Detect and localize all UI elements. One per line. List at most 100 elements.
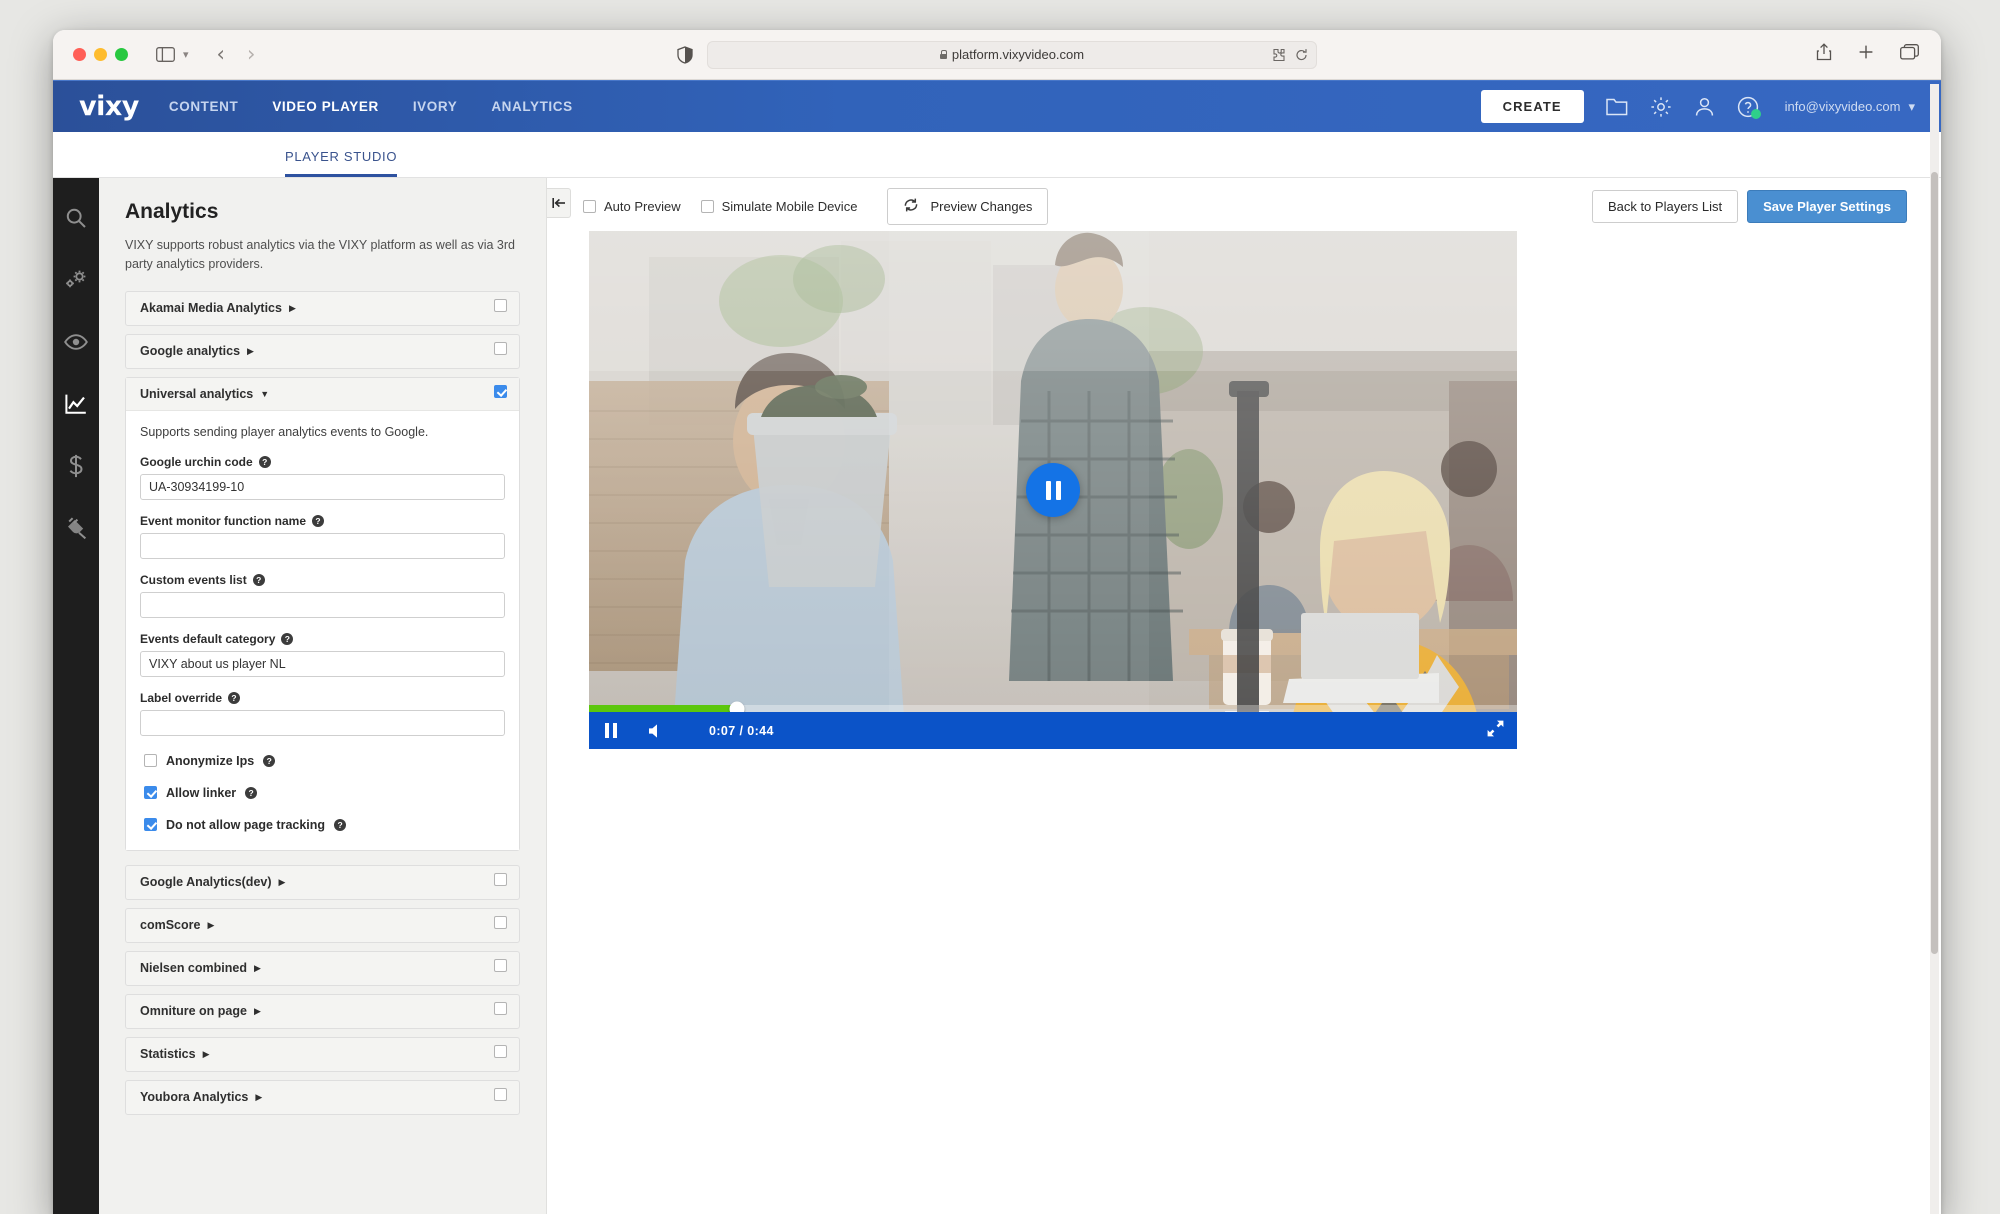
auto-preview-checkbox[interactable] [583,199,596,213]
sidebar-icon[interactable] [156,47,175,62]
nav-item-ivory[interactable]: IVORY [413,99,458,114]
video-player[interactable]: 0:07 / 0:44 [589,231,1517,749]
create-button[interactable]: CREATE [1480,90,1584,123]
save-player-settings-button[interactable]: Save Player Settings [1747,189,1907,223]
accordion-header[interactable]: Universal analytics ▼ [126,377,519,411]
simulate-mobile-device-checkbox[interactable] [700,199,714,213]
tab-overview-icon[interactable] [1900,44,1919,65]
scrollbar-thumb[interactable] [1931,172,1938,954]
field-label: Event monitor function name [140,513,307,528]
maximize-window-button[interactable] [115,48,128,61]
account-menu[interactable]: info@vixyvideo.com ▾ [1785,99,1915,115]
accordion-label: Akamai Media Analytics [140,301,282,316]
accordion-header[interactable]: Statistics ▶ [126,1038,519,1071]
reload-icon[interactable] [1295,48,1308,61]
simulate-mobile-device-toggle[interactable]: Simulate Mobile Device [700,199,857,214]
enable-checkbox[interactable] [494,299,507,313]
events-default-category-input[interactable] [140,650,505,677]
settings-gears-icon[interactable] [60,264,92,296]
accordion-omniture-on-page[interactable]: Omniture on page ▶ [125,993,520,1029]
accordion-google-analytics-dev[interactable]: Google Analytics(dev) ▶ [125,864,520,900]
close-window-button[interactable] [73,48,86,61]
help-icon[interactable]: ? [281,632,294,645]
page-scrollbar[interactable] [1930,84,1939,1214]
help-icon[interactable]: ? [263,754,276,767]
play-pause-overlay-button[interactable] [1026,463,1080,517]
video-progress-bar[interactable] [589,701,1517,716]
help-icon[interactable]: ? [334,818,347,831]
accordion-header[interactable]: Youbora Analytics ▶ [126,1081,519,1114]
enable-checkbox[interactable] [494,342,507,356]
nav-item-video-player[interactable]: VIDEO PLAYER [272,99,378,114]
anonymize-ips-checkbox[interactable] [144,754,157,768]
back-to-players-list-button[interactable]: Back to Players List [1591,189,1739,223]
enable-checkbox[interactable] [494,873,507,887]
accordion-comscore[interactable]: comScore ▶ [125,907,520,943]
enable-checkbox[interactable] [494,384,507,398]
chevron-down-icon[interactable]: ▾ [183,48,189,61]
accordion-header[interactable]: Google analytics ▶ [126,335,519,368]
monetization-dollar-icon[interactable] [60,450,92,482]
checkbox-do-not-allow-page-tracking[interactable]: Do not allow page tracking ? [144,818,505,832]
shield-icon[interactable] [677,45,693,64]
accordion-header[interactable]: comScore ▶ [126,909,519,942]
google-urchin-code-input[interactable] [140,473,505,500]
help-icon[interactable] [1737,96,1761,119]
enable-checkbox[interactable] [494,1002,507,1016]
accordion-label: comScore [140,918,201,933]
accordion-header[interactable]: Akamai Media Analytics ▶ [126,292,519,325]
custom-events-list-input[interactable] [140,591,505,618]
collapse-left-icon[interactable] [547,188,571,218]
enable-checkbox[interactable] [494,1088,507,1102]
help-icon[interactable]: ? [258,455,271,468]
accordion-youbora-analytics[interactable]: Youbora Analytics ▶ [125,1079,520,1115]
puzzle-extension-icon[interactable] [1271,48,1286,61]
help-icon[interactable]: ? [245,786,258,799]
accordion-google-analytics[interactable]: Google analytics ▶ [125,333,520,369]
accordion-header[interactable]: Omniture on page ▶ [126,995,519,1028]
vixy-logo[interactable]: vixy [79,91,139,122]
help-icon[interactable]: ? [312,514,325,527]
gear-icon[interactable] [1650,96,1672,118]
eye-icon[interactable] [60,326,92,358]
allow-linker-checkbox[interactable] [144,786,157,800]
help-icon[interactable]: ? [228,691,241,704]
accordion-statistics[interactable]: Statistics ▶ [125,1036,520,1072]
url-bar[interactable]: platform.vixyvideo.com [707,40,1317,69]
minimize-window-button[interactable] [94,48,107,61]
event-monitor-function-name-input[interactable] [140,532,505,559]
accordion-header[interactable]: Google Analytics(dev) ▶ [126,866,519,899]
do-not-allow-page-tracking-checkbox[interactable] [144,818,157,832]
checkbox-allow-linker[interactable]: Allow linker ? [144,786,505,800]
accordion-nielsen-combined[interactable]: Nielsen combined ▶ [125,950,520,986]
nav-item-analytics[interactable]: ANALYTICS [491,99,572,114]
user-icon[interactable] [1694,96,1715,117]
nav-item-content[interactable]: CONTENT [169,99,238,114]
forward-arrow-icon[interactable]: › [247,44,255,65]
back-arrow-icon[interactable]: ‹ [217,44,225,65]
enable-checkbox[interactable] [494,1045,507,1059]
analytics-chart-icon[interactable] [60,388,92,420]
accordion-header[interactable]: Nielsen combined ▶ [126,952,519,985]
accordion-akamai-media-analytics[interactable]: Akamai Media Analytics ▶ [125,290,520,326]
accordion-universal-analytics[interactable]: Universal analytics ▼ Supports sending p… [125,376,520,851]
help-icon[interactable]: ? [252,573,265,586]
fullscreen-button[interactable] [1486,719,1505,743]
auto-preview-toggle[interactable]: Auto Preview [583,199,681,214]
search-icon[interactable] [60,202,92,234]
checkbox-anonymize-ips[interactable]: Anonymize Ips ? [144,754,505,768]
label-override-input[interactable] [140,709,505,736]
field-label: Label override [140,690,223,705]
share-icon[interactable] [1816,43,1832,66]
plugin-plug-icon[interactable] [60,512,92,544]
preview-changes-button[interactable]: Preview Changes [887,187,1049,225]
pause-button[interactable] [605,723,617,738]
enable-checkbox[interactable] [494,959,507,973]
chevron-down-icon: ▾ [1908,98,1915,114]
volume-button[interactable] [647,723,665,739]
plus-icon[interactable] [1858,44,1874,65]
volume-icon [649,723,657,738]
tab-player-studio[interactable]: PLAYER STUDIO [285,149,398,177]
folder-icon[interactable] [1605,97,1628,116]
enable-checkbox[interactable] [494,916,507,930]
